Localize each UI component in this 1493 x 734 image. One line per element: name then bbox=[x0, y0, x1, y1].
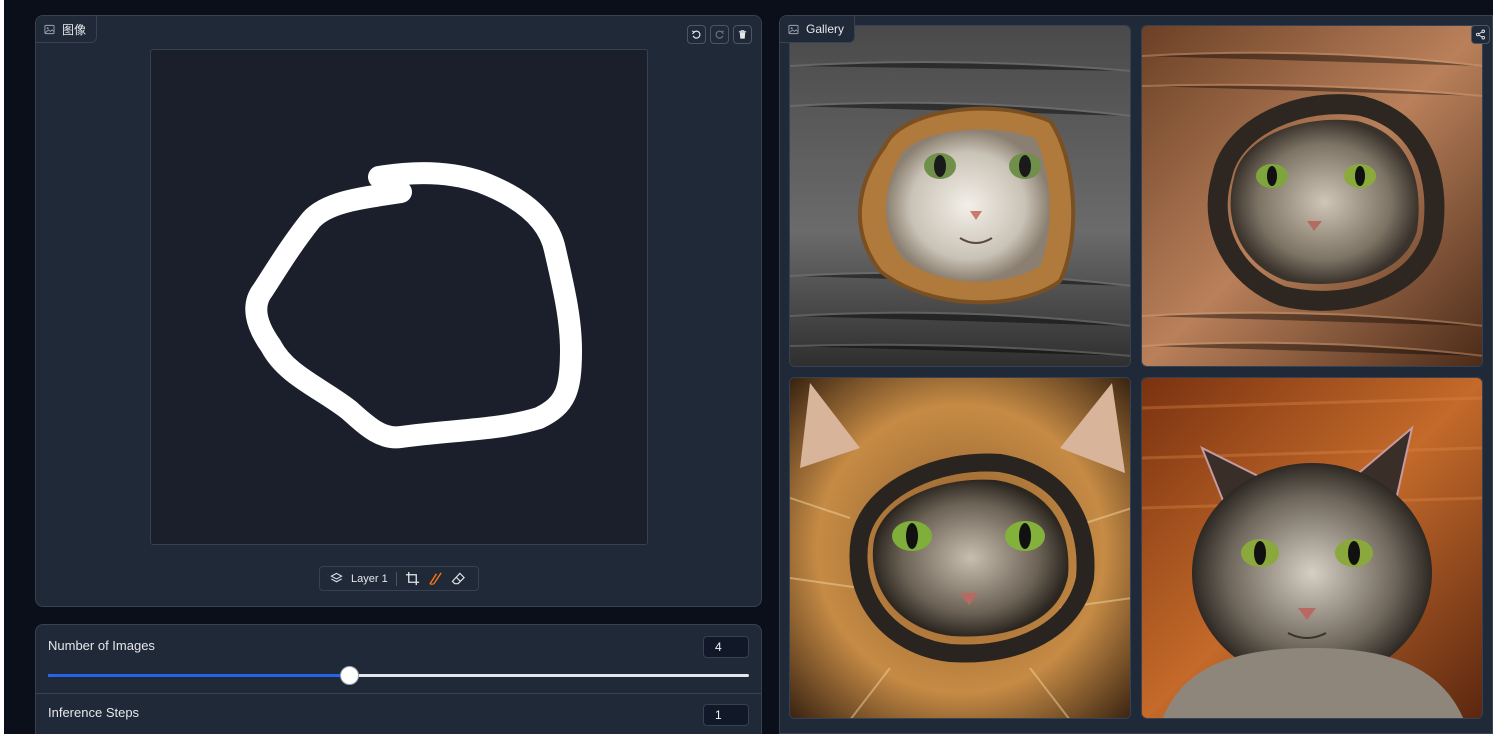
generation-controls: Number of Images 4 Inference Steps 1 bbox=[35, 624, 762, 734]
inference-steps-label: Inference Steps bbox=[48, 705, 140, 720]
num-images-slider-fill bbox=[48, 674, 350, 677]
num-images-label: Number of Images bbox=[48, 638, 155, 653]
gallery-panel: Gallery bbox=[779, 15, 1493, 734]
image-editor-panel: 图像 Layer 1 bbox=[35, 15, 762, 607]
toolbar-divider bbox=[395, 571, 397, 586]
image-icon bbox=[44, 24, 55, 35]
gallery-image-4[interactable] bbox=[1141, 377, 1483, 719]
trash-icon bbox=[737, 29, 748, 40]
app-root: 图像 Layer 1 Number of Images 4 Inference … bbox=[0, 0, 1493, 734]
gallery-title: Gallery bbox=[806, 22, 845, 36]
brush-icon[interactable] bbox=[428, 571, 443, 586]
share-icon bbox=[1475, 29, 1486, 40]
image-editor-label: 图像 bbox=[36, 16, 98, 43]
gallery-image-3[interactable] bbox=[789, 377, 1131, 719]
layer-name[interactable]: Layer 1 bbox=[351, 573, 388, 585]
cat-image bbox=[1142, 26, 1482, 366]
drawing-canvas[interactable] bbox=[150, 49, 648, 545]
redo-button[interactable] bbox=[710, 25, 729, 44]
image-editor-title: 图像 bbox=[62, 22, 87, 37]
num-images-slider[interactable] bbox=[48, 666, 749, 685]
gallery-image-2[interactable] bbox=[1141, 25, 1483, 367]
cat-image bbox=[1142, 378, 1482, 718]
image-icon bbox=[788, 24, 799, 35]
window-edge bbox=[0, 0, 4, 734]
num-images-input[interactable]: 4 bbox=[703, 636, 749, 658]
share-button[interactable] bbox=[1471, 25, 1490, 44]
layer-toolbar: Layer 1 bbox=[319, 566, 479, 591]
inference-steps-input[interactable]: 1 bbox=[703, 704, 749, 726]
control-divider bbox=[36, 693, 761, 694]
clear-button[interactable] bbox=[733, 25, 752, 44]
editor-actions bbox=[687, 25, 752, 44]
redo-icon bbox=[714, 29, 725, 40]
undo-button[interactable] bbox=[687, 25, 706, 44]
num-images-slider-thumb[interactable] bbox=[340, 666, 360, 685]
undo-icon bbox=[691, 29, 702, 40]
eraser-icon[interactable] bbox=[451, 571, 466, 586]
crop-icon[interactable] bbox=[405, 571, 420, 586]
brush-stroke bbox=[245, 162, 582, 449]
cat-image bbox=[790, 378, 1130, 718]
gallery-label: Gallery bbox=[780, 16, 856, 43]
gallery-image-1[interactable] bbox=[789, 25, 1131, 367]
layers-icon[interactable] bbox=[330, 572, 343, 585]
cat-image bbox=[790, 26, 1130, 366]
